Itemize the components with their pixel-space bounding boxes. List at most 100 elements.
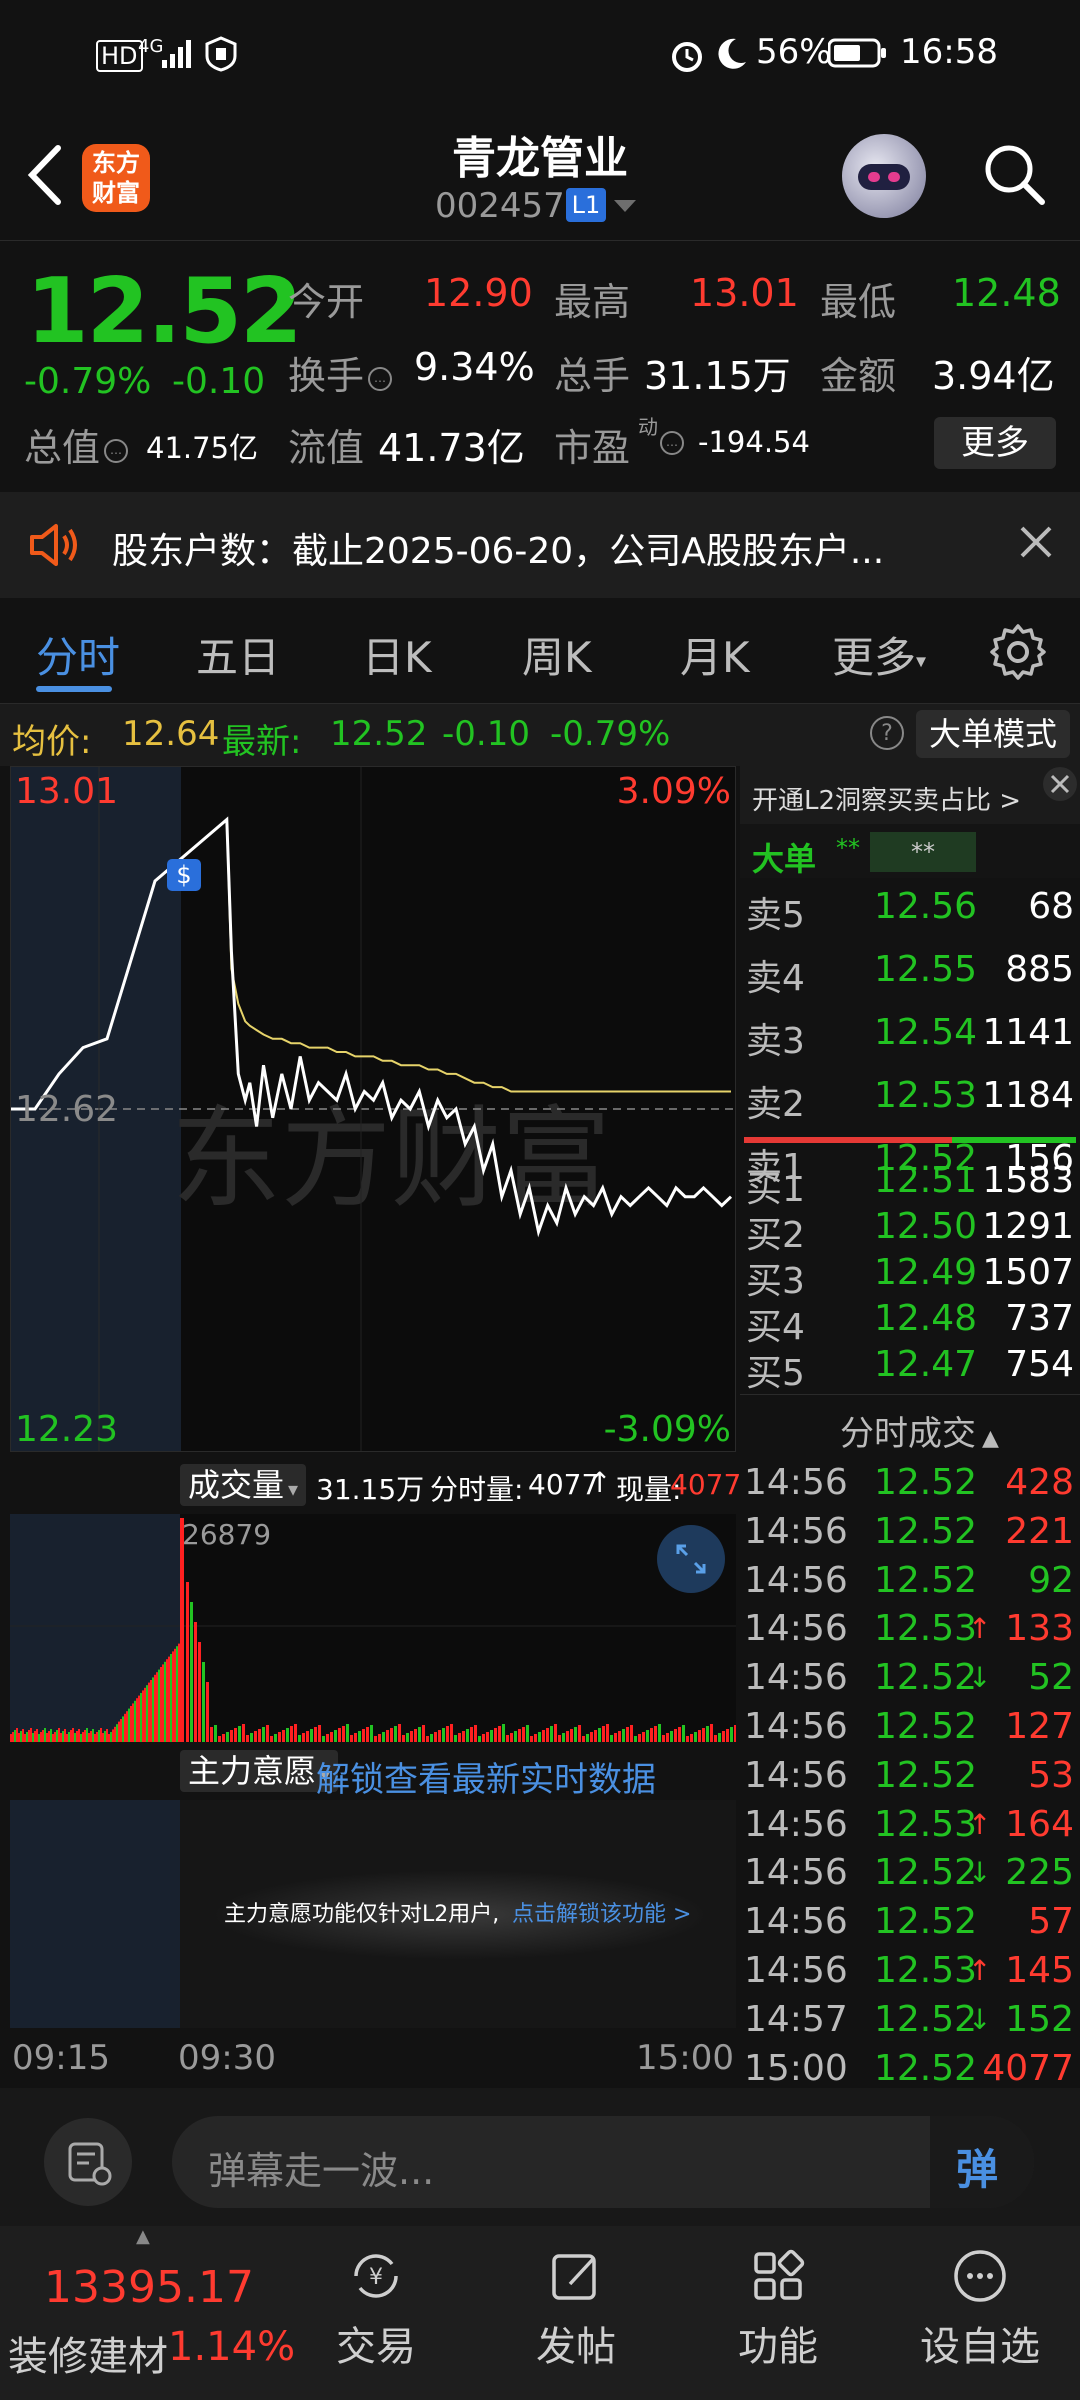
- nav-post[interactable]: 发帖: [496, 2246, 656, 2372]
- volume-bar: [374, 1736, 377, 1742]
- volume-bar: [254, 1731, 257, 1742]
- robot-assistant-icon[interactable]: [842, 134, 926, 218]
- bid-row[interactable]: 买2 12.50 1291: [740, 1202, 1080, 1256]
- info-icon[interactable]: …: [104, 438, 129, 463]
- info-icon[interactable]: …: [660, 431, 684, 455]
- status-bar: HD 4G 56% 16:58: [0, 0, 1080, 110]
- volume-bar: [102, 1733, 104, 1742]
- tab-daily-k[interactable]: 日K: [362, 624, 432, 685]
- danmaku-send-button[interactable]: 弹: [930, 2116, 1034, 2208]
- ask-row[interactable]: 卖4 12.55 885: [740, 945, 1080, 999]
- mainforce-unlock-link[interactable]: 点击解锁该功能 >: [512, 1896, 691, 1928]
- l2-banner[interactable]: 开通L2洞察买卖占比 >: [740, 766, 1080, 824]
- volume-bar: [126, 1711, 128, 1742]
- notice-text[interactable]: 股东户数：截止2025-06-20，公司A股股东户...: [112, 522, 884, 574]
- tab-monthly-k[interactable]: 月K: [680, 624, 750, 685]
- volume-bar: [98, 1730, 100, 1742]
- sector-index[interactable]: ▲ 13395.17 装修建材 1.14%: [0, 2226, 295, 2400]
- pct-axis-bottom: -3.09%: [603, 1409, 731, 1450]
- tick-row: 14:56 12.52 221: [740, 1507, 1080, 1555]
- gear-icon[interactable]: [988, 622, 1048, 682]
- bid-row[interactable]: 买5 12.47 754: [740, 1340, 1080, 1394]
- time-open: 09:30: [178, 2038, 276, 2078]
- tick-price: 12.53: [874, 1950, 978, 1991]
- big-order-mode-button[interactable]: 大单模式: [916, 710, 1070, 758]
- mainforce-dropdown[interactable]: 主力意愿 ▾: [180, 1750, 339, 1792]
- ask-row[interactable]: 卖2 12.53 1184: [740, 1071, 1080, 1125]
- back-arrow-icon[interactable]: [22, 140, 70, 210]
- nav-functions[interactable]: 功能: [698, 2246, 858, 2372]
- app-logo[interactable]: 东方财富: [82, 144, 150, 212]
- search-icon[interactable]: [982, 142, 1046, 206]
- more-button[interactable]: 更多: [934, 417, 1056, 469]
- nav-trade[interactable]: ¥ 交易: [296, 2246, 456, 2372]
- unlock-link[interactable]: 解锁查看最新实时数据: [316, 1752, 656, 1801]
- volume-bar: [678, 1727, 681, 1742]
- volume-bar: [674, 1729, 677, 1742]
- volume-bar: [670, 1731, 673, 1742]
- intraday-chart[interactable]: 东方财富 $ 13.01 3.09% 12.62 12.23 -3.09%: [10, 766, 736, 1452]
- ask-row-price: 12.54: [874, 1012, 978, 1053]
- volume-bar: [168, 1656, 170, 1742]
- bid-row[interactable]: 买4 12.48 737: [740, 1294, 1080, 1348]
- volume-bar: [546, 1728, 549, 1742]
- volume-peak-label: 26879: [182, 1518, 271, 1551]
- tick-row: 14:56 12.53 ↑ 145: [740, 1946, 1080, 1994]
- volume-bar: [322, 1736, 325, 1742]
- help-icon[interactable]: ?: [870, 716, 904, 750]
- stock-code: 002457: [435, 186, 565, 226]
- volume-bar: [64, 1729, 66, 1742]
- tick-row: 14:56 12.52 57: [740, 1897, 1080, 1945]
- ask-row[interactable]: 卖3 12.54 1141: [740, 1008, 1080, 1062]
- arrow-down-icon: ↓: [968, 1661, 992, 1695]
- volume-bar: [294, 1724, 297, 1742]
- volume-dropdown[interactable]: 成交量 ▾: [180, 1464, 307, 1506]
- chevron-down-icon[interactable]: [614, 200, 636, 212]
- volume-bar: [462, 1731, 465, 1742]
- volume-bar: [534, 1734, 537, 1742]
- bid-row[interactable]: 买3 12.49 1507: [740, 1248, 1080, 1302]
- volume-total: 31.15万: [316, 1473, 425, 1506]
- tab-weekly-k[interactable]: 周K: [522, 624, 592, 685]
- volume-bar: [430, 1734, 433, 1742]
- volume-bar: [642, 1732, 645, 1742]
- nav-add-watchlist[interactable]: 设自选: [900, 2246, 1060, 2372]
- big-order-label: 大单: [752, 840, 817, 878]
- volume-bar: [112, 1729, 114, 1742]
- info-icon[interactable]: …: [368, 366, 393, 391]
- volume-chart[interactable]: 26879: [10, 1514, 737, 1742]
- danmaku-input[interactable]: 弹幕走一波... 弹: [172, 2116, 1034, 2208]
- volume-bar: [76, 1731, 78, 1742]
- volume-bar: [134, 1700, 136, 1742]
- tab-more[interactable]: 更多▾: [832, 624, 926, 685]
- notice-bar[interactable]: 股东户数：截止2025-06-20，公司A股股东户...: [0, 492, 1080, 598]
- volume-bar: [24, 1734, 26, 1742]
- tick-price: 12.52: [874, 1754, 978, 1796]
- volume-bar: [318, 1725, 321, 1742]
- bid-row-label: 买5: [746, 1353, 805, 1394]
- tab-five-day[interactable]: 五日: [196, 624, 280, 685]
- volume-bar: [466, 1729, 469, 1742]
- l2-banner-text[interactable]: 开通L2洞察买卖占比 >: [752, 780, 1021, 817]
- close-icon[interactable]: [1016, 522, 1056, 562]
- ticks-title[interactable]: 分时成交 ▲: [840, 1406, 999, 1455]
- expand-icon[interactable]: [656, 1524, 726, 1594]
- volume-bar: [158, 1669, 160, 1742]
- tab-intraday[interactable]: 分时: [36, 624, 120, 685]
- ask-row[interactable]: 卖5 12.56 68: [740, 882, 1080, 936]
- volume-bar: [614, 1733, 617, 1742]
- level-badge[interactable]: L1: [566, 188, 606, 222]
- volume-bar: [146, 1685, 148, 1742]
- tick-time: 14:56: [744, 1462, 848, 1503]
- ask-row-vol: 1141: [982, 1012, 1074, 1053]
- volume-bar: [378, 1734, 381, 1742]
- tick-volume: 221: [1005, 1510, 1074, 1552]
- danmaku-settings-button[interactable]: [44, 2118, 132, 2206]
- tick-volume: 52: [1028, 1657, 1074, 1699]
- mainforce-locked-panel[interactable]: 主力意愿功能仅针对L2用户, 点击解锁该功能 >: [10, 1800, 736, 2028]
- volume-bar: [398, 1724, 401, 1742]
- high-value: 13.01: [690, 271, 799, 315]
- time-close: 15:00: [636, 2038, 734, 2078]
- bid-row[interactable]: 买1 12.51 1583: [740, 1156, 1080, 1210]
- close-icon[interactable]: [1042, 766, 1078, 802]
